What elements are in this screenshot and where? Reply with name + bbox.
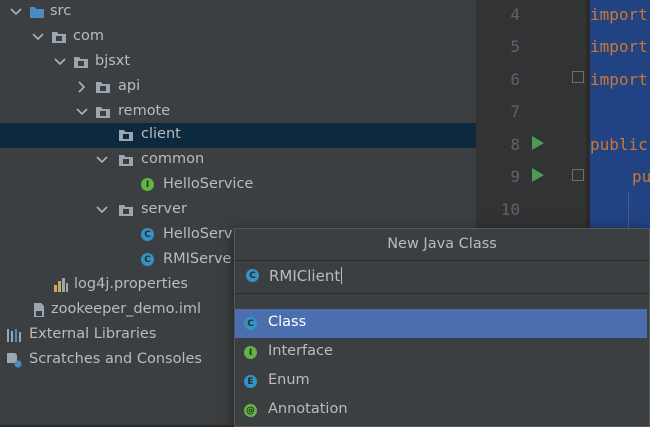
properties-file-icon — [53, 277, 69, 293]
option-class[interactable]: C Class — [235, 309, 647, 338]
class-icon: C — [141, 227, 157, 243]
option-enum[interactable]: E Enum — [235, 367, 647, 396]
package-icon — [95, 79, 111, 95]
option-label: Class — [268, 314, 307, 330]
tree-item-bjsxt[interactable]: bjsxt — [0, 50, 476, 75]
tree-item-api[interactable]: api — [0, 75, 476, 100]
tree-item-helloservice[interactable]: I HelloService — [0, 173, 476, 198]
class-name-value[interactable]: RMIClient — [269, 267, 343, 285]
option-label: Annotation — [268, 401, 348, 417]
run-icon[interactable] — [532, 136, 544, 150]
tree-item-label: bjsxt — [95, 53, 131, 69]
tree-item-label: HelloService — [163, 176, 254, 192]
package-icon — [73, 54, 89, 70]
tree-item-com[interactable]: com — [0, 25, 476, 50]
tree-item-client[interactable]: client — [0, 123, 476, 148]
option-interface[interactable]: I Interface — [235, 338, 647, 367]
fold-icon[interactable] — [572, 169, 584, 181]
tree-item-label: com — [73, 28, 104, 44]
code-keyword: public — [590, 135, 648, 154]
chevron-down-icon[interactable] — [95, 153, 109, 167]
line-number: 4 — [510, 5, 520, 24]
new-java-class-dialog: New Java Class C RMIClient C Class I Int… — [234, 228, 650, 427]
dialog-title: New Java Class — [387, 236, 497, 252]
line-number: 5 — [510, 37, 520, 56]
tree-item-label: server — [141, 201, 187, 217]
chevron-down-icon[interactable] — [75, 105, 89, 119]
option-label: Interface — [268, 343, 333, 359]
tree-item-label: External Libraries — [29, 326, 157, 342]
tree-item-label: zookeeper_demo.iml — [51, 301, 202, 317]
option-label: Enum — [268, 372, 310, 388]
line-number: 6 — [510, 70, 520, 89]
tree-item-label: api — [118, 78, 141, 94]
chevron-down-icon[interactable] — [53, 55, 67, 69]
interface-icon: I — [244, 346, 257, 359]
line-number: 7 — [510, 102, 520, 121]
code-keyword: pu — [632, 167, 650, 186]
tree-item-label: RMIServe — [163, 251, 232, 267]
chevron-down-icon[interactable] — [9, 5, 23, 19]
class-icon: C — [246, 269, 259, 282]
tree-item-server[interactable]: server — [0, 198, 476, 223]
code-keyword: import — [590, 37, 648, 56]
libraries-icon — [6, 327, 22, 343]
chevron-down-icon[interactable] — [95, 203, 109, 217]
package-icon — [51, 29, 67, 45]
run-icon[interactable] — [532, 168, 544, 182]
source-folder-icon — [29, 4, 45, 20]
module-file-icon — [31, 302, 47, 318]
package-icon — [118, 127, 134, 143]
tree-item-label: HelloServ — [163, 226, 233, 242]
interface-icon: I — [141, 177, 157, 193]
tree-item-remote[interactable]: remote — [0, 100, 476, 125]
class-icon: C — [244, 317, 257, 330]
runnable-class-icon: C — [141, 252, 157, 268]
tree-item-label: Scratches and Consoles — [29, 351, 202, 367]
fold-icon[interactable] — [572, 71, 584, 83]
package-icon — [118, 152, 134, 168]
code-keyword: import — [590, 5, 648, 24]
tree-item-label: remote — [118, 103, 171, 119]
line-number: 9 — [510, 167, 520, 186]
tree-item-label: client — [141, 126, 181, 142]
tree-item-label: common — [141, 151, 205, 167]
package-icon — [118, 202, 134, 218]
class-name-input[interactable]: C RMIClient — [235, 260, 649, 294]
tree-item-label: log4j.properties — [74, 276, 188, 292]
tree-item-label: src — [50, 3, 72, 19]
chevron-right-icon[interactable] — [75, 80, 89, 94]
code-keyword: import — [590, 70, 648, 89]
annotation-icon: @ — [244, 404, 257, 417]
package-icon — [95, 104, 111, 120]
tree-item-common[interactable]: common — [0, 148, 476, 173]
tree-item-src[interactable]: src — [0, 0, 476, 25]
enum-icon: E — [244, 375, 257, 388]
line-number: 8 — [510, 135, 520, 154]
line-number: 10 — [500, 200, 520, 219]
option-annotation[interactable]: @ Annotation — [235, 396, 647, 425]
scratches-icon — [6, 352, 22, 368]
chevron-down-icon[interactable] — [31, 30, 45, 44]
